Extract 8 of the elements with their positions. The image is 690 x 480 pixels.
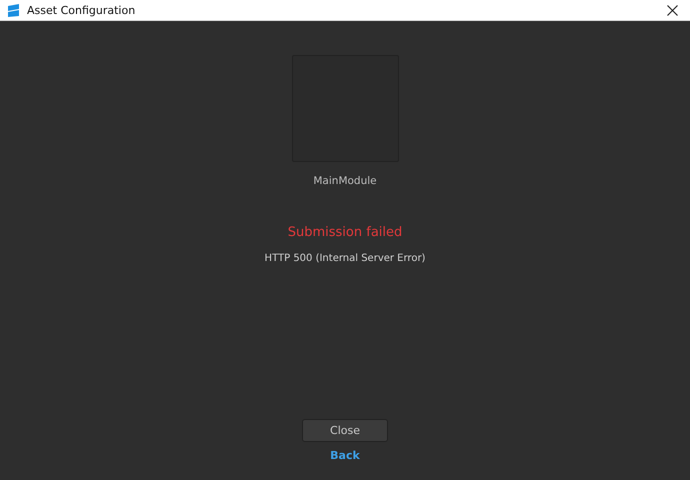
close-button[interactable]: Close (302, 419, 388, 442)
back-link[interactable]: Back (330, 449, 360, 462)
close-icon[interactable] (667, 4, 678, 16)
error-message: HTTP 500 (Internal Server Error) (264, 253, 426, 264)
asset-name: MainModule (313, 175, 377, 187)
error-title: Submission failed (288, 225, 402, 240)
window-title: Asset Configuration (27, 4, 136, 16)
app-icon (7, 4, 20, 16)
